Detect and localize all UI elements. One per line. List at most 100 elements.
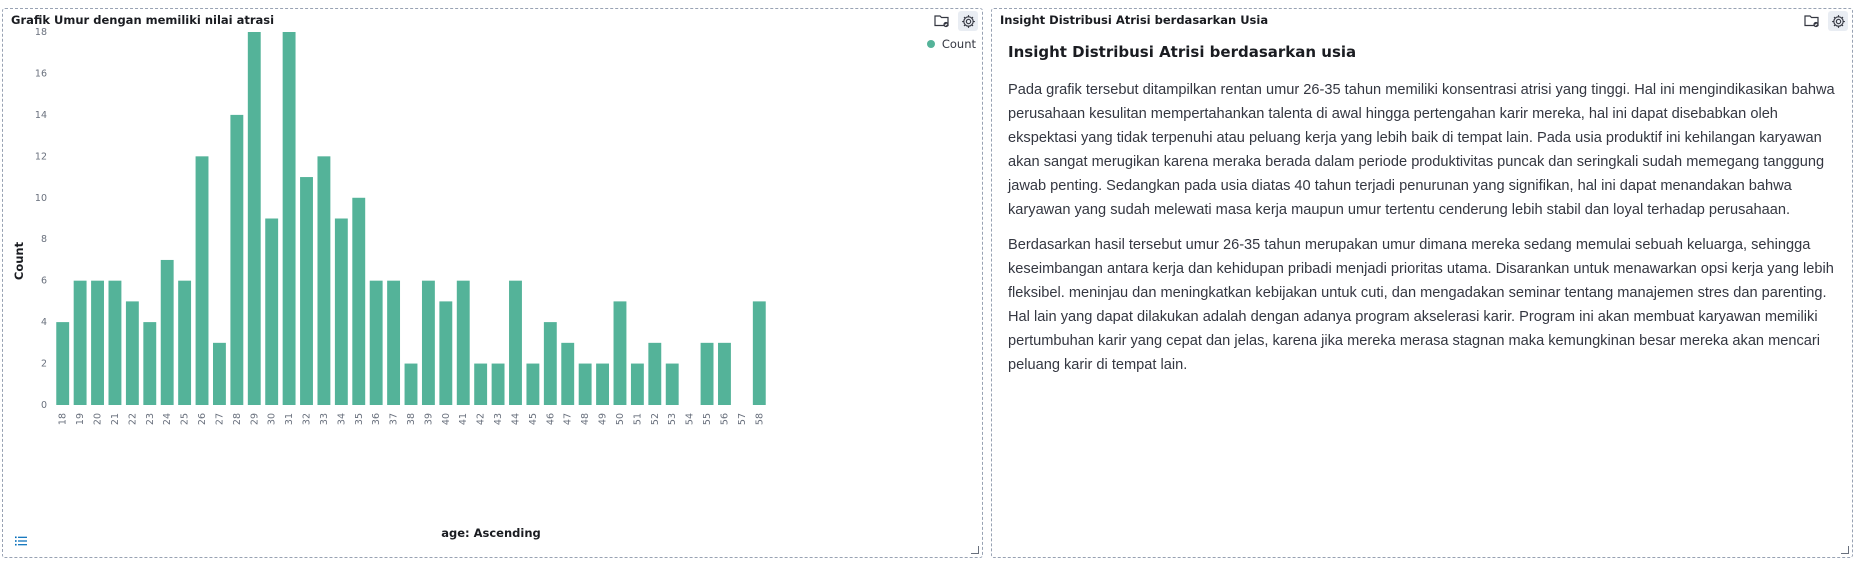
- x-tick-label: 52: [650, 413, 661, 425]
- bar-age-20[interactable]: [91, 280, 104, 405]
- bar-age-33[interactable]: [317, 156, 331, 405]
- y-axis-title: Count: [12, 241, 26, 280]
- x-tick-label: 42: [476, 413, 487, 425]
- y-tick-label: 8: [41, 234, 47, 245]
- bar-age-37[interactable]: [387, 280, 401, 405]
- bar-age-18[interactable]: [56, 322, 70, 405]
- bar-age-48[interactable]: [578, 363, 592, 405]
- folder-check-icon[interactable]: [1802, 11, 1822, 31]
- bar-age-27[interactable]: [212, 342, 226, 405]
- y-axis: 0 2 4 6 8 10 12 14 16 18: [35, 27, 47, 411]
- x-tick-label: 48: [580, 413, 591, 425]
- list-icon: [14, 532, 28, 551]
- x-tick-label: 45: [528, 413, 539, 425]
- bar-age-38[interactable]: [404, 363, 418, 405]
- x-tick-label: 38: [406, 413, 417, 425]
- x-tick-label: 36: [371, 413, 382, 425]
- bar-age-51[interactable]: [630, 363, 644, 405]
- x-tick-label: 22: [127, 413, 138, 425]
- x-tick-label: 54: [685, 413, 696, 425]
- y-tick-label: 12: [35, 151, 47, 162]
- x-tick-label: 46: [545, 413, 556, 425]
- y-tick-label: 4: [41, 317, 47, 328]
- chart-panel: Grafik Umur dengan memiliki nilai atrasi…: [2, 8, 983, 558]
- x-tick-label: 40: [441, 413, 452, 425]
- y-tick-label: 14: [35, 110, 47, 121]
- insight-paragraph-2: Berdasarkan hasil tersebut umur 26-35 ta…: [1008, 237, 1834, 373]
- bar-age-30[interactable]: [265, 218, 279, 406]
- bar-age-19[interactable]: [73, 280, 87, 405]
- bar-age-32[interactable]: [300, 177, 313, 405]
- x-tick-label: 57: [737, 413, 748, 425]
- x-tick-label: 28: [232, 413, 243, 425]
- y-tick-label: 10: [35, 193, 47, 204]
- x-tick-label: 21: [110, 413, 121, 425]
- x-tick-label: 25: [180, 413, 191, 425]
- bar-age-50[interactable]: [613, 301, 627, 405]
- bar-age-47[interactable]: [561, 342, 575, 405]
- bar-age-45[interactable]: [526, 363, 540, 405]
- bar-age-35[interactable]: [352, 197, 366, 405]
- bar-age-29[interactable]: [247, 32, 261, 405]
- x-tick-label: 58: [754, 413, 765, 425]
- bar-age-40[interactable]: [439, 301, 453, 405]
- bar-age-53[interactable]: [665, 363, 679, 405]
- bar-age-43[interactable]: [491, 363, 505, 405]
- x-tick-label: 37: [389, 413, 400, 425]
- insight-heading: Insight Distribusi Atrisi berdasarkan us…: [1008, 43, 1357, 61]
- bar-age-44[interactable]: [509, 280, 522, 405]
- insight-panel-title: Insight Distribusi Atrisi berdasarkan Us…: [1000, 13, 1269, 27]
- x-tick-label: 26: [197, 413, 208, 425]
- bar-age-25[interactable]: [178, 280, 192, 405]
- y-tick-label: 18: [35, 27, 47, 38]
- insight-paragraph-1: Pada grafik tersebut ditampilkan rentan …: [1008, 82, 1835, 218]
- y-tick-label: 16: [35, 68, 47, 79]
- bar-age-56[interactable]: [718, 342, 731, 405]
- bar-age-28[interactable]: [230, 114, 244, 405]
- bar-age-46[interactable]: [543, 322, 557, 405]
- x-tick-label: 50: [615, 413, 626, 425]
- bar-age-31[interactable]: [282, 32, 296, 405]
- x-tick-label: 23: [145, 413, 156, 425]
- x-tick-label: 43: [493, 413, 504, 425]
- bar-age-41[interactable]: [456, 280, 470, 405]
- x-tick-label: 34: [336, 413, 347, 425]
- bar-age-39[interactable]: [421, 280, 435, 405]
- bar-age-36[interactable]: [369, 280, 383, 405]
- resize-handle[interactable]: [971, 546, 979, 554]
- x-tick-label: 47: [563, 413, 574, 425]
- x-tick-label: 32: [302, 413, 313, 425]
- bar-age-55[interactable]: [700, 342, 714, 405]
- bar-age-52[interactable]: [648, 342, 662, 405]
- bar-age-23[interactable]: [143, 322, 157, 405]
- y-tick-label: 2: [41, 359, 47, 370]
- x-tick-label: 29: [249, 413, 260, 425]
- insight-panel: Insight Distribusi Atrisi berdasarkan Us…: [991, 8, 1853, 558]
- x-tick-label: 20: [93, 413, 104, 425]
- bar-age-21[interactable]: [108, 280, 122, 405]
- bar-age-24[interactable]: [160, 259, 174, 405]
- x-tick-label: 55: [702, 413, 713, 425]
- markdown-body: Insight Distribusi Atrisi berdasarkan us…: [1008, 39, 1836, 388]
- bar-age-22[interactable]: [125, 301, 139, 405]
- bar-age-34[interactable]: [334, 218, 348, 406]
- legend-toggle-button[interactable]: [10, 530, 32, 552]
- bars: [56, 32, 766, 406]
- resize-handle[interactable]: [1841, 546, 1849, 554]
- x-tick-label: 49: [598, 413, 609, 425]
- y-tick-label: 0: [41, 400, 47, 411]
- bar-age-49[interactable]: [596, 363, 610, 405]
- bar-age-58[interactable]: [752, 301, 766, 405]
- x-axis: 18 19 20 21 22 23 24 25 26 27 28 29 30 31 32 33 34 35 36 37…: [58, 413, 766, 425]
- x-tick-label: 39: [423, 413, 434, 425]
- x-tick-label: 24: [162, 413, 173, 425]
- x-tick-label: 56: [719, 413, 730, 425]
- x-tick-label: 51: [632, 413, 643, 425]
- bar-age-26[interactable]: [195, 156, 209, 405]
- bar-age-42[interactable]: [474, 363, 488, 405]
- x-tick-label: 44: [510, 413, 521, 425]
- x-tick-label: 18: [58, 413, 69, 425]
- x-axis-title: age: Ascending: [441, 526, 541, 540]
- x-tick-label: 31: [284, 413, 295, 425]
- gear-icon[interactable]: [1828, 11, 1848, 31]
